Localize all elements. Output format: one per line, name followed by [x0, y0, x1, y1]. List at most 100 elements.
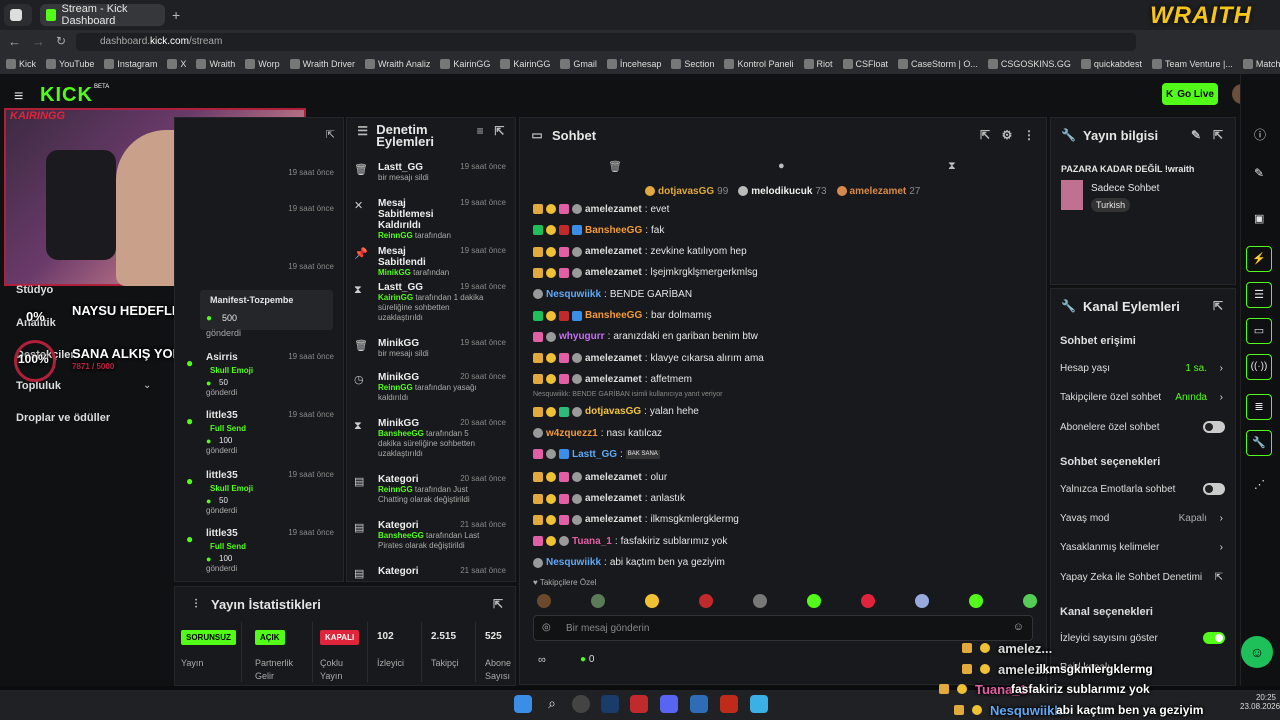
- filter-icon[interactable]: ≡: [475, 124, 486, 138]
- app-icon[interactable]: [572, 695, 590, 713]
- bookmark-item[interactable]: CSGOSKINS.GG: [987, 59, 1071, 69]
- chat-username[interactable]: BansheeGG: [585, 225, 642, 236]
- search-icon[interactable]: ⌕: [543, 695, 561, 713]
- chat-username[interactable]: amelezamet: [585, 374, 642, 385]
- chat-tools-icon[interactable]: ∞: [538, 654, 546, 666]
- chat-message[interactable]: w4zquezz1: nası katılcaz: [533, 425, 662, 441]
- popout-icon[interactable]: ⇱: [491, 597, 505, 611]
- pencil-icon[interactable]: ✎: [1189, 128, 1203, 142]
- bookmark-item[interactable]: Wraith Driver: [289, 59, 355, 69]
- slow-mode-row[interactable]: Yavaş mod Kapalı ›: [1060, 513, 1225, 524]
- bookmark-item[interactable]: Matchmaking: [1242, 59, 1280, 69]
- chat-message[interactable]: BansheeGG: fak: [533, 222, 664, 238]
- show-viewers-toggle[interactable]: [1203, 632, 1225, 644]
- lightning-icon[interactable]: ⚡: [1246, 246, 1272, 272]
- show-viewers-row[interactable]: İzleyici sayısını göster: [1060, 632, 1225, 644]
- help-icon[interactable]: ☺: [1241, 636, 1273, 668]
- broadcast-icon[interactable]: ((·)): [1246, 354, 1272, 380]
- more-vertical-icon[interactable]: ⋮: [1022, 128, 1036, 142]
- app-icon[interactable]: [690, 695, 708, 713]
- bookmark-item[interactable]: X: [167, 59, 186, 69]
- leader-entry[interactable]: melodikucuk 73: [738, 186, 827, 197]
- wrench-icon[interactable]: 🔧: [1246, 430, 1272, 456]
- leader-entry[interactable]: amelezamet 27: [836, 186, 920, 197]
- nav-drops[interactable]: Droplar ve ödüller: [16, 412, 110, 424]
- reload-icon[interactable]: ↻: [56, 34, 66, 48]
- settings-gear-icon[interactable]: ⚙: [1000, 128, 1014, 142]
- pencil-icon[interactable]: ✎: [1254, 166, 1264, 180]
- bookmark-item[interactable]: quickabdest: [1080, 59, 1142, 69]
- chat-icon[interactable]: ▭: [1246, 318, 1272, 344]
- go-live-button[interactable]: K Go Live: [1162, 83, 1218, 105]
- share-icon[interactable]: ⋰: [1254, 478, 1265, 491]
- new-tab-button[interactable]: +: [166, 4, 186, 26]
- bookmark-item[interactable]: CaseStorm | O...: [898, 59, 978, 69]
- bookmark-item[interactable]: KairinGG: [440, 59, 490, 69]
- discord-icon[interactable]: [660, 695, 678, 713]
- chat-message[interactable]: dotjavasGG: yalan hehe: [533, 404, 699, 420]
- chat-username[interactable]: whyugurr: [559, 331, 605, 342]
- forward-icon[interactable]: →: [32, 34, 45, 49]
- chat-username[interactable]: Nesquwiikk: [546, 289, 601, 300]
- tab-stream[interactable]: Stream - Kick Dashboard: [40, 3, 165, 27]
- chat-message[interactable]: Lastt_GG: BAK SANA: [533, 446, 663, 462]
- steam-icon[interactable]: [601, 695, 619, 713]
- bookmark-item[interactable]: Section: [671, 59, 714, 69]
- chat-message[interactable]: amelezamet: evet: [533, 201, 669, 217]
- nav-studio[interactable]: Stüdyo: [16, 284, 53, 296]
- bookmark-item[interactable]: İncehesap: [606, 59, 661, 69]
- popout-icon[interactable]: ⇱: [1211, 299, 1225, 313]
- stack-icon[interactable]: ≣: [1246, 394, 1272, 420]
- bookmark-item[interactable]: Wraith Analiz: [364, 59, 430, 69]
- channel-points[interactable]: ● 0: [580, 654, 594, 665]
- followers-chat-row[interactable]: Takipçilere özel sohbet Anında ›: [1060, 392, 1225, 403]
- chat-message[interactable]: Tuana_1: fasfakiriz sublarımız yok: [533, 533, 727, 549]
- emote-icon[interactable]: [753, 594, 767, 608]
- list-icon[interactable]: ☰: [1246, 282, 1272, 308]
- emote-icon[interactable]: [1023, 594, 1037, 608]
- popout-icon[interactable]: ⇱: [1211, 128, 1225, 142]
- kick-logo[interactable]: KICK: [40, 84, 93, 107]
- emote-icon[interactable]: [969, 594, 983, 608]
- emote-icon[interactable]: [645, 594, 659, 608]
- chat-message[interactable]: BansheeGG: bar dolmamış: [533, 308, 712, 324]
- chat-username[interactable]: Lastt_GG: [572, 449, 617, 460]
- bookmark-item[interactable]: Instagram: [104, 59, 157, 69]
- app-icon[interactable]: [720, 695, 738, 713]
- bookmark-item[interactable]: Wraith: [196, 59, 235, 69]
- banned-words-row[interactable]: Yasaklanmış kelimeler ›: [1060, 542, 1225, 553]
- chat-message[interactable]: amelezamet: olur: [533, 469, 667, 485]
- account-age-row[interactable]: Hesap yaşı 1 sa. ›: [1060, 363, 1225, 374]
- chat-message[interactable]: amelezamet: klavye cıkarsa alırım ama: [533, 350, 764, 366]
- popout-icon[interactable]: ⇱: [326, 128, 335, 141]
- chat-username[interactable]: BansheeGG: [585, 310, 642, 321]
- url-field[interactable]: dashboard.kick.com/stream: [76, 33, 1136, 51]
- subs-chat-row[interactable]: Abonelere özel sohbet: [1060, 421, 1225, 433]
- emote-icon[interactable]: [537, 594, 551, 608]
- emote-icon[interactable]: [861, 594, 875, 608]
- hamburger-menu-icon[interactable]: ≡: [14, 88, 23, 106]
- popout-icon[interactable]: ⇱: [494, 124, 505, 138]
- chat-username[interactable]: dotjavasGG: [585, 406, 641, 417]
- bookmark-item[interactable]: KairinGG: [500, 59, 550, 69]
- emote-icon[interactable]: [807, 594, 821, 608]
- emote-icon[interactable]: [591, 594, 605, 608]
- emote-icon[interactable]: [915, 594, 929, 608]
- chat-username[interactable]: Tuana_1: [572, 536, 612, 547]
- chat-message[interactable]: amelezamet: affetmem: [533, 371, 692, 387]
- app-icon[interactable]: [750, 695, 768, 713]
- chat-username[interactable]: amelezamet: [585, 514, 642, 525]
- browser-menu-button[interactable]: [4, 4, 32, 26]
- hourglass-icon[interactable]: ⧗: [948, 160, 956, 173]
- bookmark-item[interactable]: Riot: [803, 59, 833, 69]
- vivaldi-icon[interactable]: [630, 695, 648, 713]
- emoji-icon[interactable]: ☺: [1013, 621, 1024, 633]
- emote-only-toggle[interactable]: [1203, 483, 1225, 495]
- chat-username[interactable]: amelezamet: [585, 246, 642, 257]
- chat-message[interactable]: whyugurr: aranızdaki en gariban benim btw: [533, 329, 758, 345]
- chat-username[interactable]: amelezamet: [585, 267, 642, 278]
- chat-message[interactable]: Nesquwiikk: abi kaçtım ben ya geziyim: [533, 555, 725, 571]
- windows-start-icon[interactable]: [514, 695, 532, 713]
- chat-message[interactable]: amelezamet: lşejmkrgklşmergerkmlsg: [533, 265, 758, 281]
- chat-username[interactable]: w4zquezz1: [546, 428, 598, 439]
